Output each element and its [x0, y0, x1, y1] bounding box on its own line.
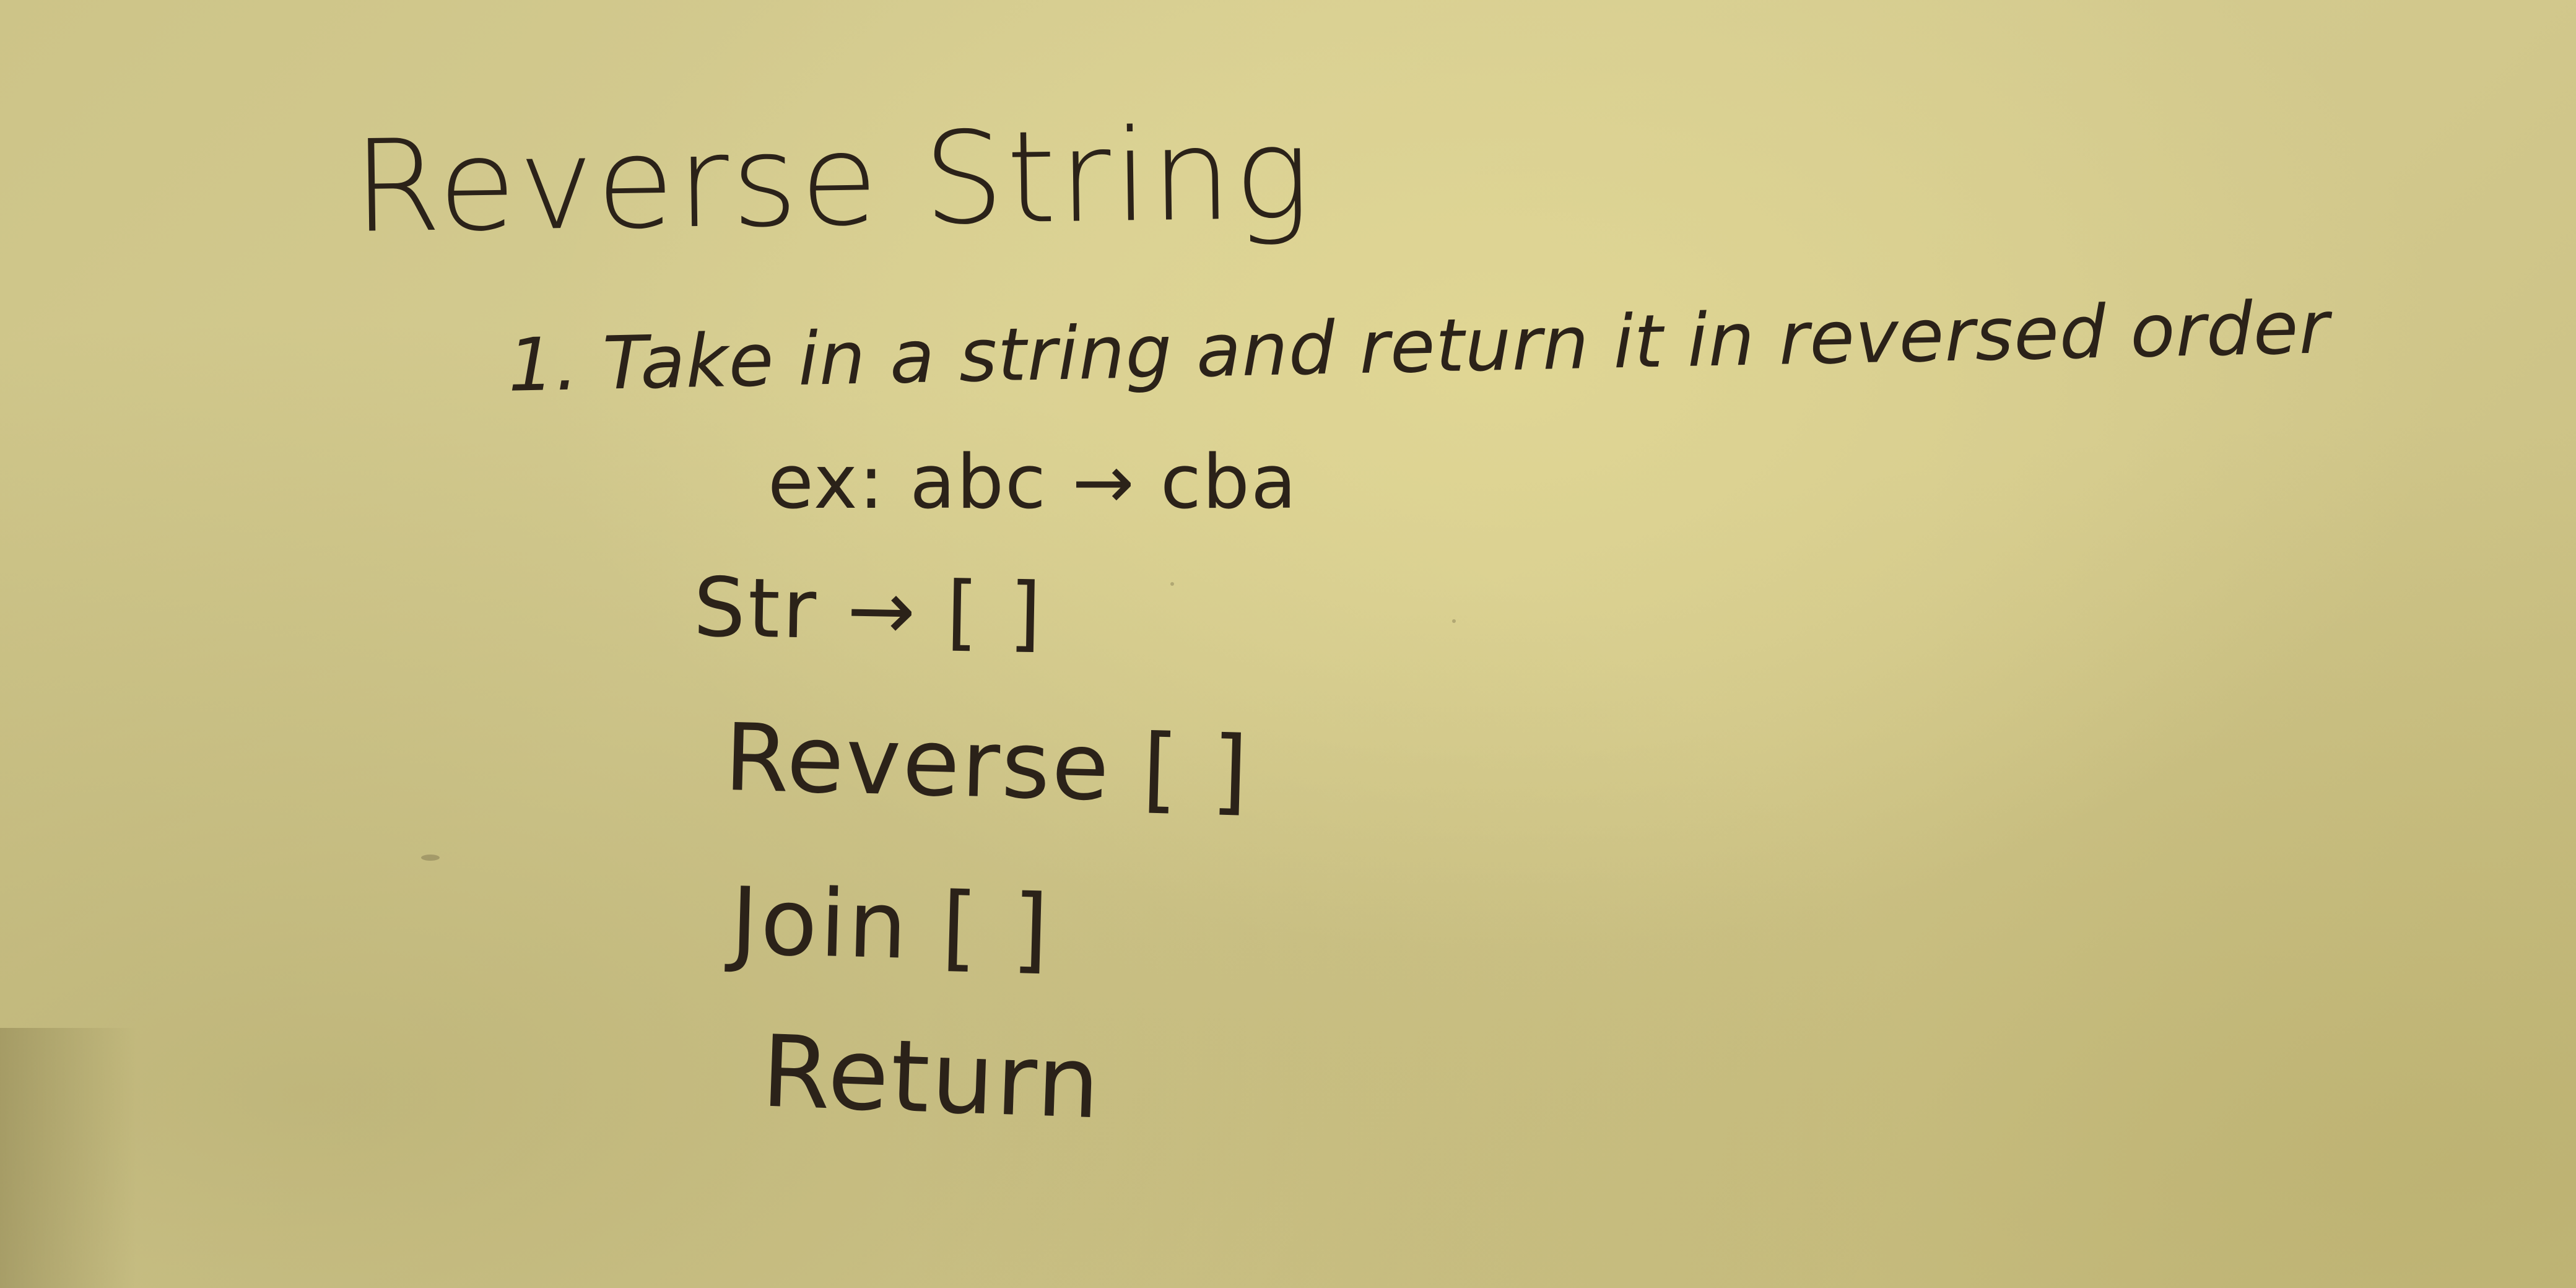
ink-smudge [421, 855, 440, 861]
example-text: ex: abc → cba [768, 440, 1298, 526]
step-str-to-array: Str → [ ] [692, 560, 1045, 661]
problem-statement: 1. Take in a string and return it in rev… [507, 284, 2331, 408]
ink-speck [1452, 619, 1456, 623]
whiteboard-title: Reverse String [352, 100, 1314, 261]
step-reverse: Reverse [ ] [723, 703, 1251, 826]
ink-speck [1170, 582, 1174, 586]
step-return: Return [759, 1013, 1104, 1141]
whiteboard: Reverse String 1. Take in a string and r… [0, 0, 2576, 1288]
board-shadow [0, 1028, 136, 1288]
step-join: Join [ ] [729, 868, 1053, 984]
